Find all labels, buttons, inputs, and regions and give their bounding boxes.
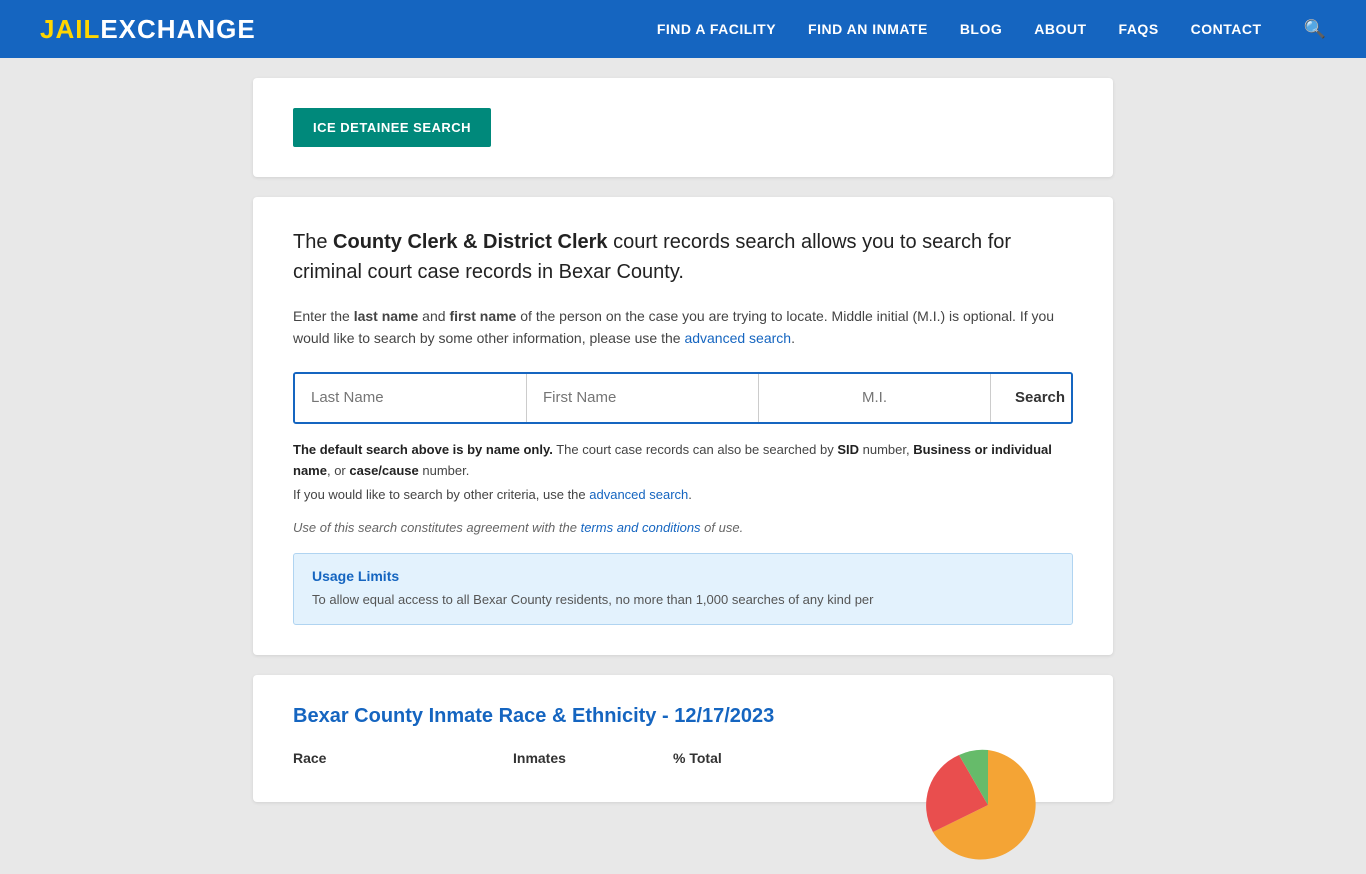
search-note-2: If you would like to search by other cri… [293,487,1073,502]
nav-item-search[interactable]: 🔍 [1294,19,1326,40]
nav-item-find-inmate[interactable]: FIND AN INMATE [808,21,928,38]
pie-chart [903,740,1073,874]
col-inmates-header: Inmates [513,750,673,766]
nav-link-about[interactable]: ABOUT [1034,21,1086,37]
stats-title: Bexar County Inmate Race & Ethnicity - 1… [293,705,1073,728]
mi-input[interactable] [759,374,991,422]
usage-limits-box: Usage Limits To allow equal access to al… [293,553,1073,625]
usage-limits-text: To allow equal access to all Bexar Count… [312,590,1054,610]
nav-item-blog[interactable]: BLOG [960,21,1002,38]
nav-link-find-facility[interactable]: FIND A FACILITY [657,21,776,37]
stats-body: Race Inmates % Total [293,750,1073,772]
stats-card: Bexar County Inmate Race & Ethnicity - 1… [253,675,1113,802]
nav-links: FIND A FACILITY FIND AN INMATE BLOG ABOU… [657,19,1326,40]
page-content: ICE DETAINEE SEARCH The County Clerk & D… [253,58,1113,842]
note-cause: case/cause [349,463,418,478]
note-default: The default search above is by name only… [293,442,553,457]
advanced-search-link-top[interactable]: advanced search [684,330,791,346]
search-button[interactable]: Search 🔍 [991,374,1073,422]
county-subtext: Enter the last name and first name of th… [293,305,1073,350]
ice-detainee-button[interactable]: ICE DETAINEE SEARCH [293,108,491,147]
heading-bold: County Clerk & District Clerk [333,231,608,253]
nav-item-contact[interactable]: CONTACT [1191,21,1262,38]
nav-item-faqs[interactable]: FAQs [1119,21,1159,38]
search-note-1: The default search above is by name only… [293,440,1073,482]
note-sid: SID [837,442,859,457]
search-form: Search 🔍 [293,372,1073,424]
search-icon[interactable]: 🔍 [1304,19,1326,39]
col-pct-header: % Total [673,750,793,766]
usage-limits-title: Usage Limits [312,568,1054,584]
last-name-input[interactable] [295,374,527,422]
col-race-header: Race [293,750,513,766]
nav-link-blog[interactable]: BLOG [960,21,1002,37]
nav-link-contact[interactable]: CONTACT [1191,21,1262,37]
pie-chart-svg [903,740,1073,870]
county-heading: The County Clerk & District Clerk court … [293,227,1073,287]
search-button-label: Search [1015,389,1065,406]
nav-item-find-facility[interactable]: FIND A FACILITY [657,21,776,38]
logo[interactable]: JAILEXCHANGE [40,14,256,45]
last-name-label: last name [354,308,419,324]
advanced-search-link-bottom[interactable]: advanced search [589,487,688,502]
nav-link-faqs[interactable]: FAQs [1119,21,1159,37]
county-clerk-card: The County Clerk & District Clerk court … [253,197,1113,655]
nav-item-about[interactable]: ABOUT [1034,21,1086,38]
ice-detainee-card: ICE DETAINEE SEARCH [253,78,1113,177]
nav-link-find-inmate[interactable]: FIND AN INMATE [808,21,928,37]
navigation: JAILEXCHANGE FIND A FACILITY FIND AN INM… [0,0,1366,58]
logo-exchange: EXCHANGE [100,14,255,44]
first-name-input[interactable] [527,374,759,422]
logo-jail: JAIL [40,14,100,44]
first-name-label: first name [449,308,516,324]
terms-line: Use of this search constitutes agreement… [293,520,1073,535]
terms-conditions-link[interactable]: terms and conditions [581,520,701,535]
heading-pre: The [293,231,333,253]
